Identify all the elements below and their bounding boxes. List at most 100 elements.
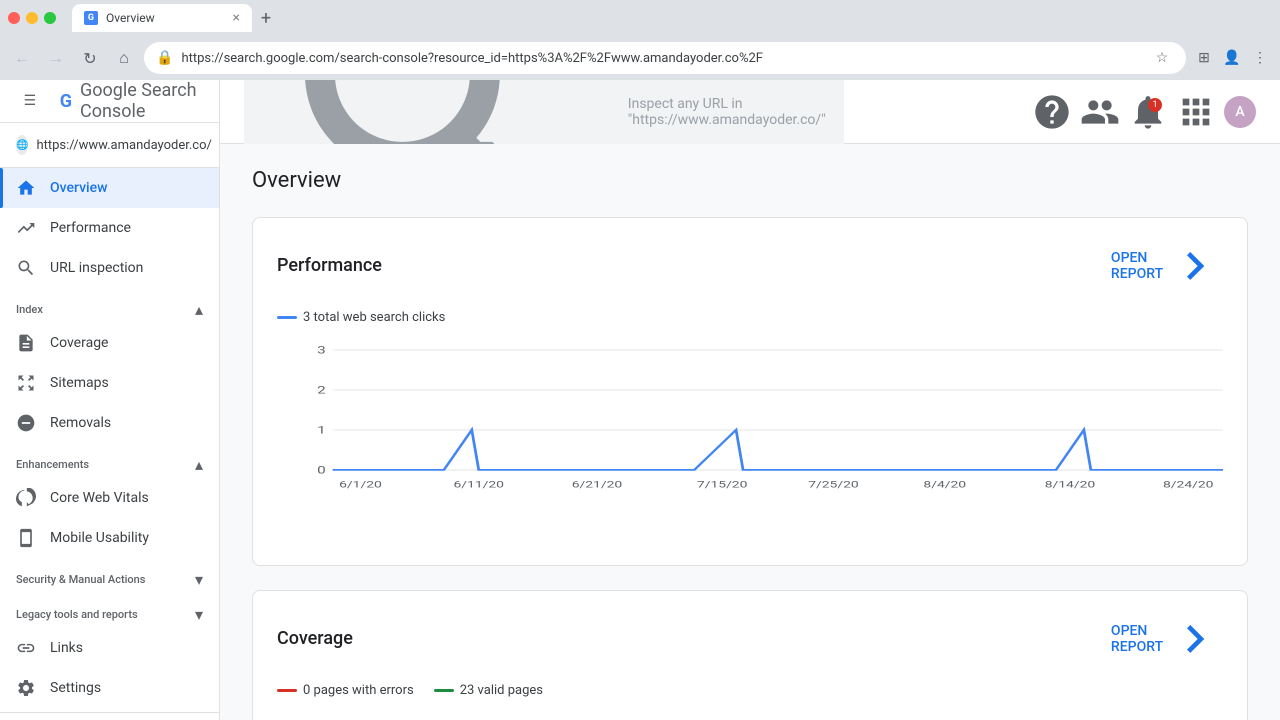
content-wrapper: Overview Performance OPEN REPORT xyxy=(220,144,1280,720)
app-layout: ☰ G Google Search Console 🌐 https://www.… xyxy=(0,80,1280,720)
notifications-btn[interactable]: 1 xyxy=(1128,92,1168,132)
open-report-label: OPEN REPORT xyxy=(1111,250,1163,282)
maximize-window-btn[interactable] xyxy=(44,12,56,24)
notification-badge: 1 xyxy=(1148,98,1162,112)
performance-label: Performance xyxy=(50,220,131,236)
extensions-btn[interactable]: ⊞ xyxy=(1192,46,1216,70)
hamburger-menu-btn[interactable]: ☰ xyxy=(16,81,44,121)
legacy-section-label: Legacy tools and reports xyxy=(16,608,138,621)
home-btn[interactable]: ⌂ xyxy=(110,44,138,72)
performance-card-content: 3 total web search clicks xyxy=(253,310,1247,565)
browser-tab[interactable]: G Overview × xyxy=(72,4,252,32)
coverage-card: Coverage OPEN REPORT 0 page xyxy=(252,590,1248,720)
main-app-bar: Inspect any URL in "https://www.amandayo… xyxy=(220,80,1280,144)
profile-icon[interactable]: 👤 xyxy=(1220,46,1244,70)
notifications-icon xyxy=(1128,92,1168,132)
user-avatar[interactable]: A xyxy=(1224,96,1256,128)
performance-card: Performance OPEN REPORT 3 total web sear… xyxy=(252,217,1248,566)
svg-text:6/11/20: 6/11/20 xyxy=(453,479,503,490)
property-favicon: 🌐 xyxy=(16,135,28,155)
coverage-errors-legend-label: 0 pages with errors xyxy=(303,683,414,698)
security-collapse-btn[interactable]: ▾ xyxy=(195,570,203,589)
coverage-open-report-btn[interactable]: OPEN REPORT xyxy=(1111,611,1223,667)
forward-arrow-icon: → xyxy=(48,48,64,68)
security-section-header: Security & Manual Actions ▾ xyxy=(0,558,219,593)
help-icon xyxy=(1032,92,1072,132)
address-bar[interactable]: 🔒 https://search.google.com/search-conso… xyxy=(144,42,1186,74)
svg-text:0: 0 xyxy=(317,465,326,476)
legacy-collapse-btn[interactable]: ▾ xyxy=(195,605,203,624)
svg-text:1: 1 xyxy=(317,425,326,436)
sidebar-item-mobile-usability[interactable]: Mobile Usability xyxy=(0,518,219,558)
coverage-icon xyxy=(16,333,36,353)
accounts-btn[interactable] xyxy=(1080,92,1120,132)
sidebar-item-settings[interactable]: Settings xyxy=(0,668,219,708)
home-icon: ⌂ xyxy=(119,48,129,68)
browser-window: G Overview × + ← → ↻ ⌂ 🔒 https://search.… xyxy=(0,0,1280,720)
overview-label: Overview xyxy=(50,180,107,196)
search-placeholder: Inspect any URL in "https://www.amandayo… xyxy=(628,96,828,128)
lock-icon: 🔒 xyxy=(156,50,173,66)
svg-text:6/1/20: 6/1/20 xyxy=(339,479,382,490)
settings-icon xyxy=(16,678,36,698)
refresh-icon: ↻ xyxy=(83,49,96,68)
sidebar-item-links[interactable]: Links xyxy=(0,628,219,668)
sidebar-item-overview[interactable]: Overview xyxy=(0,168,219,208)
tab-title: Overview xyxy=(106,11,155,25)
overview-icon xyxy=(16,178,36,198)
app-bar: ☰ G Google Search Console xyxy=(0,80,219,123)
svg-text:6/21/20: 6/21/20 xyxy=(572,479,622,490)
sitemaps-label: Sitemaps xyxy=(50,375,109,391)
page-title: Overview xyxy=(252,168,1248,193)
refresh-btn[interactable]: ↻ xyxy=(76,44,104,72)
sitemaps-icon xyxy=(16,373,36,393)
svg-text:2: 2 xyxy=(317,385,326,396)
svg-text:3: 3 xyxy=(317,345,326,356)
settings-label: Settings xyxy=(50,680,101,696)
sidebar-item-submit-feedback[interactable]: Submit feedback xyxy=(0,712,219,720)
coverage-label: Coverage xyxy=(50,335,108,351)
forward-btn[interactable]: → xyxy=(42,44,70,72)
back-arrow-icon: ← xyxy=(14,48,30,68)
property-url: https://www.amandayoder.co/ xyxy=(36,138,211,153)
legacy-section-header: Legacy tools and reports ▾ xyxy=(0,593,219,628)
close-window-btn[interactable] xyxy=(8,12,20,24)
sidebar-item-removals[interactable]: Removals xyxy=(0,403,219,443)
performance-legend-line xyxy=(277,316,297,319)
sidebar-item-url-inspection[interactable]: URL inspection xyxy=(0,248,219,288)
app-logo: G Google Search Console xyxy=(60,80,203,122)
bookmark-icon[interactable]: ☆ xyxy=(1150,46,1174,70)
accounts-icon xyxy=(1080,92,1120,132)
coverage-errors-legend-line xyxy=(277,689,297,692)
sidebar-item-sitemaps[interactable]: Sitemaps xyxy=(0,363,219,403)
tab-close-btn[interactable]: × xyxy=(233,10,240,26)
sidebar-item-performance[interactable]: Performance xyxy=(0,208,219,248)
performance-card-header: Performance OPEN REPORT xyxy=(253,218,1247,310)
url-inspection-label: URL inspection xyxy=(50,260,143,276)
enhancements-collapse-btn[interactable]: ▴ xyxy=(195,455,203,474)
apps-btn[interactable] xyxy=(1176,92,1216,132)
mobile-usability-label: Mobile Usability xyxy=(50,530,149,546)
index-collapse-btn[interactable]: ▴ xyxy=(195,300,203,319)
removals-label: Removals xyxy=(50,415,111,431)
help-btn[interactable] xyxy=(1032,92,1072,132)
minimize-window-btn[interactable] xyxy=(26,12,38,24)
coverage-valid-legend: 23 valid pages xyxy=(434,683,543,698)
sidebar-item-core-web-vitals[interactable]: Core Web Vitals xyxy=(0,478,219,518)
core-web-vitals-label: Core Web Vitals xyxy=(50,490,149,506)
coverage-valid-legend-line xyxy=(434,689,454,692)
new-tab-btn[interactable]: + xyxy=(252,4,280,32)
sidebar-item-coverage[interactable]: Coverage xyxy=(0,323,219,363)
property-selector[interactable]: 🌐 https://www.amandayoder.co/ ▾ xyxy=(0,123,219,168)
performance-open-report-btn[interactable]: OPEN REPORT xyxy=(1111,238,1223,294)
more-options-btn[interactable]: ⋮ xyxy=(1248,46,1272,70)
svg-text:8/14/20: 8/14/20 xyxy=(1045,479,1095,490)
back-btn[interactable]: ← xyxy=(8,44,36,72)
coverage-valid-legend-label: 23 valid pages xyxy=(460,683,543,698)
svg-text:8/24/20: 8/24/20 xyxy=(1163,479,1213,490)
apps-icon xyxy=(1176,92,1216,132)
enhancements-section-label: Enhancements xyxy=(16,458,89,471)
mobile-usability-icon xyxy=(16,528,36,548)
open-report-arrow-icon xyxy=(1167,238,1223,294)
performance-legend-label: 3 total web search clicks xyxy=(303,310,445,325)
